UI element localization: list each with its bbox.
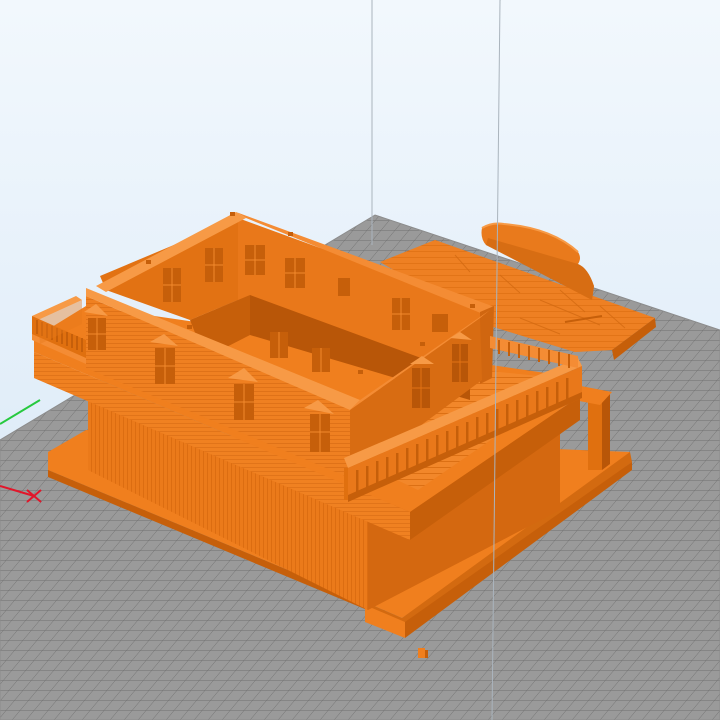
3d-viewport[interactable] <box>0 0 720 720</box>
porch-post <box>588 398 602 470</box>
bounding-box-back <box>371 0 502 245</box>
viewport-scene[interactable] <box>0 0 720 720</box>
